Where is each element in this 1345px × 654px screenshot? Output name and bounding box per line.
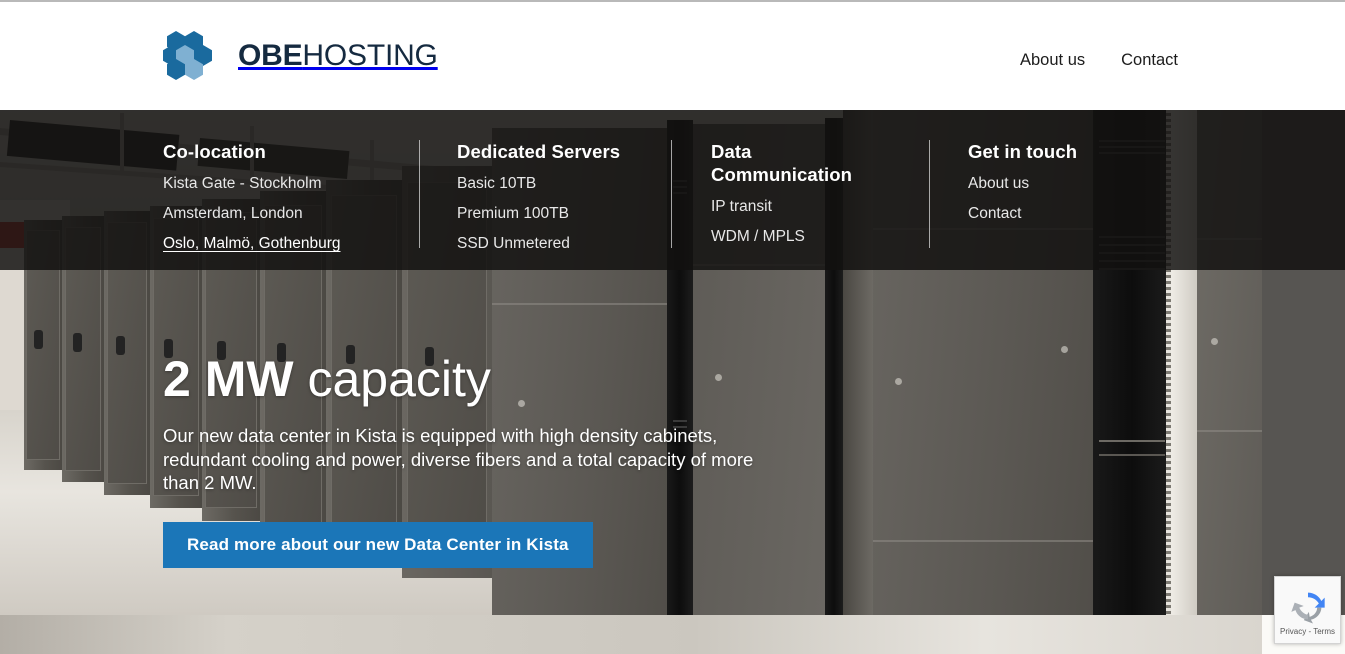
- hero-title: 2 MW capacity: [163, 350, 983, 408]
- mega-menu-link-oslo-malmo-gothenburg[interactable]: Oslo, Malmö, Gothenburg: [163, 231, 340, 257]
- header-nav: About us Contact: [1016, 50, 1182, 71]
- list-item: Amsterdam, London: [163, 201, 403, 227]
- list-item: Oslo, Malmö, Gothenburg: [163, 231, 403, 257]
- mega-menu-heading: Data Communication: [711, 141, 853, 185]
- site-header: OBEHOSTING About us Contact: [0, 2, 1345, 110]
- mega-menu-list: Kista Gate - Stockholm Amsterdam, London…: [163, 171, 403, 257]
- site-logo[interactable]: OBEHOSTING: [163, 30, 438, 82]
- mega-menu-link-contact[interactable]: Contact: [968, 201, 1021, 227]
- mega-menu-column-colocation: Co-location Kista Gate - Stockholm Amste…: [163, 140, 403, 261]
- hero-paragraph: Our new data center in Kista is equipped…: [163, 425, 754, 493]
- mega-menu-list: IP transit WDM / MPLS: [711, 194, 926, 250]
- logo-wordmark-bold: OBE: [238, 39, 303, 72]
- mega-menu-column-get-in-touch: Get in touch About us Contact: [968, 140, 1198, 231]
- recaptcha-terms-text[interactable]: Privacy - Terms: [1280, 627, 1335, 637]
- hexagon-cluster-logo-icon: [163, 31, 212, 80]
- list-item: Basic 10TB: [457, 171, 687, 197]
- mega-menu-column-data-communication: Data Communication IP transit WDM / MPLS: [711, 140, 926, 254]
- mega-menu-link-premium-100tb[interactable]: Premium 100TB: [457, 201, 569, 227]
- mega-menu-list: Basic 10TB Premium 100TB SSD Unmetered: [457, 171, 687, 257]
- hero-title-strong: 2 MW: [163, 351, 294, 407]
- mega-menu-divider: [671, 140, 672, 248]
- hero-bottom-floor-strip: [0, 615, 1262, 654]
- mega-menu-divider: [419, 140, 420, 248]
- mega-menu-link-amsterdam-london[interactable]: Amsterdam, London: [163, 201, 303, 227]
- mega-menu-inner: Co-location Kista Gate - Stockholm Amste…: [163, 110, 1253, 270]
- list-item: About us: [968, 171, 1198, 197]
- list-item: Contact: [968, 201, 1198, 227]
- page-root: 2 MW capacity Our new data center in Kis…: [0, 0, 1345, 654]
- recaptcha-badge[interactable]: Privacy - Terms: [1274, 576, 1341, 644]
- nav-link-about-us[interactable]: About us: [1016, 50, 1089, 71]
- top-hairline: [0, 0, 1345, 2]
- mega-menu-list: About us Contact: [968, 171, 1198, 227]
- list-item: IP transit: [711, 194, 926, 220]
- logo-wordmark-light: HOSTING: [302, 39, 438, 72]
- list-item: Kista Gate - Stockholm: [163, 171, 403, 197]
- hero-cta-button[interactable]: Read more about our new Data Center in K…: [163, 521, 593, 568]
- mega-menu-link-about-us[interactable]: About us: [968, 171, 1029, 197]
- nav-link-contact[interactable]: Contact: [1117, 50, 1182, 71]
- mega-menu: Co-location Kista Gate - Stockholm Amste…: [0, 110, 1345, 270]
- logo-wordmark: OBEHOSTING: [238, 41, 438, 71]
- mega-menu-column-dedicated-servers: Dedicated Servers Basic 10TB Premium 100…: [457, 140, 687, 261]
- mega-menu-link-ip-transit[interactable]: IP transit: [711, 194, 772, 220]
- mega-menu-link-ssd-unmetered[interactable]: SSD Unmetered: [457, 231, 570, 257]
- recaptcha-logo-icon: [1290, 592, 1325, 623]
- mega-menu-heading: Dedicated Servers: [457, 141, 621, 162]
- mega-menu-divider: [929, 140, 930, 248]
- list-item: WDM / MPLS: [711, 224, 926, 250]
- mega-menu-heading: Get in touch: [968, 141, 1078, 162]
- hero-content: 2 MW capacity Our new data center in Kis…: [163, 350, 983, 568]
- mega-menu-link-kista-gate[interactable]: Kista Gate - Stockholm: [163, 171, 322, 197]
- hero-title-light: capacity: [307, 351, 491, 407]
- mega-menu-link-basic-10tb[interactable]: Basic 10TB: [457, 171, 536, 197]
- mega-menu-heading: Co-location: [163, 141, 266, 162]
- list-item: Premium 100TB: [457, 201, 687, 227]
- list-item: SSD Unmetered: [457, 231, 687, 257]
- mega-menu-link-wdm-mpls[interactable]: WDM / MPLS: [711, 224, 805, 250]
